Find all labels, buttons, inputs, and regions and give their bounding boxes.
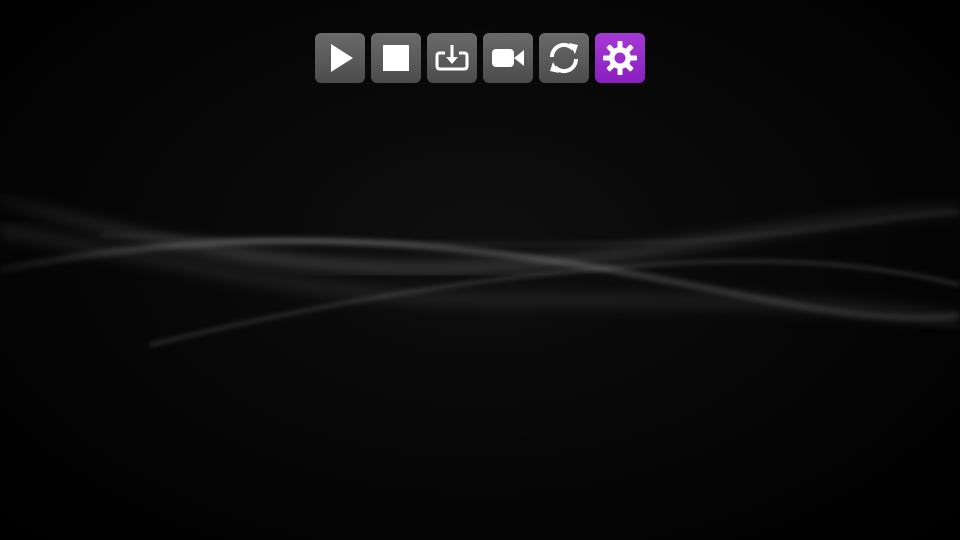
download-button[interactable] (427, 33, 477, 83)
stop-button[interactable] (371, 33, 421, 83)
play-icon (320, 38, 360, 78)
home-screen (0, 0, 960, 540)
stop-icon (376, 38, 416, 78)
refresh-button[interactable] (539, 33, 589, 83)
play-button[interactable] (315, 33, 365, 83)
download-icon (432, 38, 472, 78)
media-toolbar (315, 33, 645, 83)
settings-button[interactable] (595, 33, 645, 83)
video-camera-icon (488, 38, 528, 78)
gear-icon (600, 38, 640, 78)
record-button[interactable] (483, 33, 533, 83)
refresh-icon (544, 38, 584, 78)
